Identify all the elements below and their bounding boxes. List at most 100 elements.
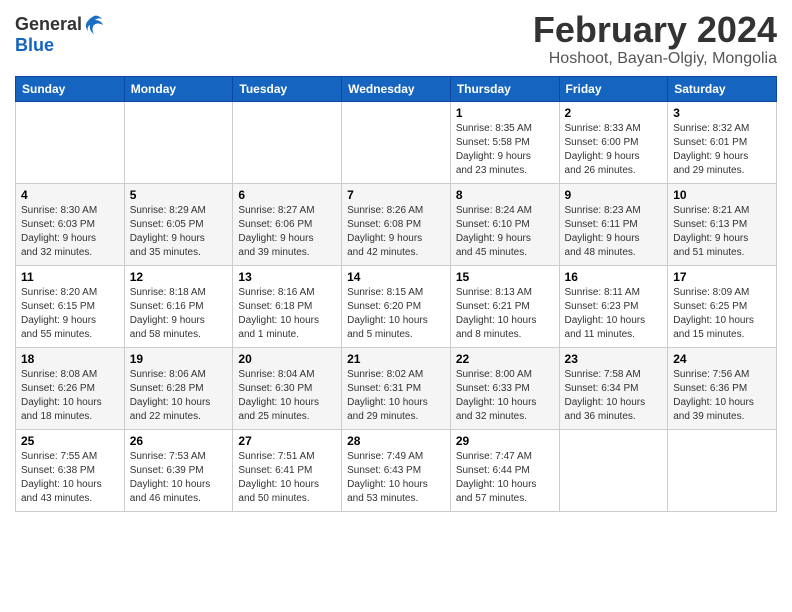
day-info: Sunrise: 7:47 AM Sunset: 6:44 PM Dayligh… [456,450,554,506]
calendar-cell: 9 Sunrise: 8:23 AM Sunset: 6:11 PM Daylig… [559,183,668,265]
day-info: Sunrise: 8:02 AM Sunset: 6:31 PM Dayligh… [347,368,445,424]
weekday-header-row: Sunday Monday Tuesday Wednesday Thursday… [16,76,777,101]
day-number: 10 [673,188,771,202]
calendar-cell: 10 Sunrise: 8:21 AM Sunset: 6:13 PM Dayli… [668,183,777,265]
calendar-cell: 29 Sunrise: 7:47 AM Sunset: 6:44 PM Dayli… [450,429,559,511]
calendar-table: Sunday Monday Tuesday Wednesday Thursday… [15,76,777,512]
day-info: Sunrise: 8:35 AM Sunset: 5:58 PM Dayligh… [456,122,554,178]
day-info: Sunrise: 8:00 AM Sunset: 6:33 PM Dayligh… [456,368,554,424]
day-number: 3 [673,106,771,120]
day-info: Sunrise: 8:13 AM Sunset: 6:21 PM Dayligh… [456,286,554,342]
day-number: 11 [21,270,119,284]
day-info: Sunrise: 8:24 AM Sunset: 6:10 PM Dayligh… [456,204,554,260]
calendar-cell: 17Sunrise: 8:09 AM Sunset: 6:25 PM Dayli… [668,265,777,347]
calendar-cell: 22Sunrise: 8:00 AM Sunset: 6:33 PM Dayli… [450,347,559,429]
day-info: Sunrise: 7:56 AM Sunset: 6:36 PM Dayligh… [673,368,771,424]
calendar-cell: 28Sunrise: 7:49 AM Sunset: 6:43 PM Dayli… [342,429,451,511]
calendar-cell: 27 Sunrise: 7:51 AM Sunset: 6:41 PM Dayli… [233,429,342,511]
week-row-5: 25 Sunrise: 7:55 AM Sunset: 6:38 PM Dayli… [16,429,777,511]
header: General Blue February 2024 Hoshoot, Baya… [15,10,777,68]
calendar-cell: 16 Sunrise: 8:11 AM Sunset: 6:23 PM Dayli… [559,265,668,347]
page-container: General Blue February 2024 Hoshoot, Baya… [0,0,792,517]
calendar-cell: 7 Sunrise: 8:26 AM Sunset: 6:08 PM Daylig… [342,183,451,265]
calendar-cell: 5 Sunrise: 8:29 AM Sunset: 6:05 PM Daylig… [124,183,233,265]
day-number: 14 [347,270,445,284]
header-sunday: Sunday [16,76,125,101]
calendar-cell: 18 Sunrise: 8:08 AM Sunset: 6:26 PM Dayli… [16,347,125,429]
calendar-cell: 23 Sunrise: 7:58 AM Sunset: 6:34 PM Dayli… [559,347,668,429]
calendar-cell: 24 Sunrise: 7:56 AM Sunset: 6:36 PM Dayli… [668,347,777,429]
day-info: Sunrise: 8:09 AM Sunset: 6:25 PM Dayligh… [673,286,771,342]
day-info: Sunrise: 8:15 AM Sunset: 6:20 PM Dayligh… [347,286,445,342]
day-info: Sunrise: 8:04 AM Sunset: 6:30 PM Dayligh… [238,368,336,424]
calendar-cell [124,101,233,183]
calendar-cell: 25 Sunrise: 7:55 AM Sunset: 6:38 PM Dayli… [16,429,125,511]
day-number: 6 [238,188,336,202]
header-friday: Friday [559,76,668,101]
day-info: Sunrise: 8:11 AM Sunset: 6:23 PM Dayligh… [565,286,663,342]
day-number: 18 [21,352,119,366]
day-number: 21 [347,352,445,366]
header-thursday: Thursday [450,76,559,101]
logo-blue: Blue [15,35,54,55]
day-info: Sunrise: 7:58 AM Sunset: 6:34 PM Dayligh… [565,368,663,424]
calendar-cell: 21 Sunrise: 8:02 AM Sunset: 6:31 PM Dayli… [342,347,451,429]
calendar-cell: 13Sunrise: 8:16 AM Sunset: 6:18 PM Dayli… [233,265,342,347]
calendar-cell: 3 Sunrise: 8:32 AM Sunset: 6:01 PM Daylig… [668,101,777,183]
day-number: 29 [456,434,554,448]
day-info: Sunrise: 8:30 AM Sunset: 6:03 PM Dayligh… [21,204,119,260]
calendar-cell: 19 Sunrise: 8:06 AM Sunset: 6:28 PM Dayli… [124,347,233,429]
day-info: Sunrise: 7:55 AM Sunset: 6:38 PM Dayligh… [21,450,119,506]
day-number: 12 [130,270,228,284]
day-info: Sunrise: 8:21 AM Sunset: 6:13 PM Dayligh… [673,204,771,260]
week-row-2: 4Sunrise: 8:30 AM Sunset: 6:03 PM Daylig… [16,183,777,265]
calendar-cell [233,101,342,183]
calendar-cell: 4Sunrise: 8:30 AM Sunset: 6:03 PM Daylig… [16,183,125,265]
week-row-1: 1 Sunrise: 8:35 AM Sunset: 5:58 PM Daylig… [16,101,777,183]
day-info: Sunrise: 7:53 AM Sunset: 6:39 PM Dayligh… [130,450,228,506]
day-info: Sunrise: 8:20 AM Sunset: 6:15 PM Dayligh… [21,286,119,342]
day-number: 19 [130,352,228,366]
day-number: 24 [673,352,771,366]
header-tuesday: Tuesday [233,76,342,101]
day-number: 20 [238,352,336,366]
day-number: 13 [238,270,336,284]
calendar-cell: 14 Sunrise: 8:15 AM Sunset: 6:20 PM Dayli… [342,265,451,347]
day-number: 9 [565,188,663,202]
day-number: 7 [347,188,445,202]
calendar-cell: 20 Sunrise: 8:04 AM Sunset: 6:30 PM Dayli… [233,347,342,429]
day-number: 5 [130,188,228,202]
calendar-cell: 2 Sunrise: 8:33 AM Sunset: 6:00 PM Daylig… [559,101,668,183]
logo: General Blue [15,14,104,56]
day-info: Sunrise: 8:29 AM Sunset: 6:05 PM Dayligh… [130,204,228,260]
calendar-cell: 1 Sunrise: 8:35 AM Sunset: 5:58 PM Daylig… [450,101,559,183]
week-row-3: 11 Sunrise: 8:20 AM Sunset: 6:15 PM Dayli… [16,265,777,347]
calendar-cell [16,101,125,183]
day-number: 25 [21,434,119,448]
day-info: Sunrise: 8:08 AM Sunset: 6:26 PM Dayligh… [21,368,119,424]
logo-bird-icon [84,14,104,36]
day-info: Sunrise: 8:27 AM Sunset: 6:06 PM Dayligh… [238,204,336,260]
day-info: Sunrise: 7:51 AM Sunset: 6:41 PM Dayligh… [238,450,336,506]
day-info: Sunrise: 8:33 AM Sunset: 6:00 PM Dayligh… [565,122,663,178]
day-number: 23 [565,352,663,366]
logo-general: General [15,15,82,35]
day-number: 15 [456,270,554,284]
day-number: 26 [130,434,228,448]
calendar-cell: 12Sunrise: 8:18 AM Sunset: 6:16 PM Dayli… [124,265,233,347]
day-info: Sunrise: 8:26 AM Sunset: 6:08 PM Dayligh… [347,204,445,260]
day-info: Sunrise: 8:23 AM Sunset: 6:11 PM Dayligh… [565,204,663,260]
day-number: 2 [565,106,663,120]
calendar-cell: 15 Sunrise: 8:13 AM Sunset: 6:21 PM Dayli… [450,265,559,347]
day-info: Sunrise: 8:32 AM Sunset: 6:01 PM Dayligh… [673,122,771,178]
day-number: 16 [565,270,663,284]
calendar-cell [342,101,451,183]
day-number: 27 [238,434,336,448]
calendar-cell: 8Sunrise: 8:24 AM Sunset: 6:10 PM Daylig… [450,183,559,265]
day-number: 1 [456,106,554,120]
day-number: 28 [347,434,445,448]
calendar-cell: 26 Sunrise: 7:53 AM Sunset: 6:39 PM Dayli… [124,429,233,511]
day-info: Sunrise: 8:06 AM Sunset: 6:28 PM Dayligh… [130,368,228,424]
calendar-cell [559,429,668,511]
calendar-cell [668,429,777,511]
